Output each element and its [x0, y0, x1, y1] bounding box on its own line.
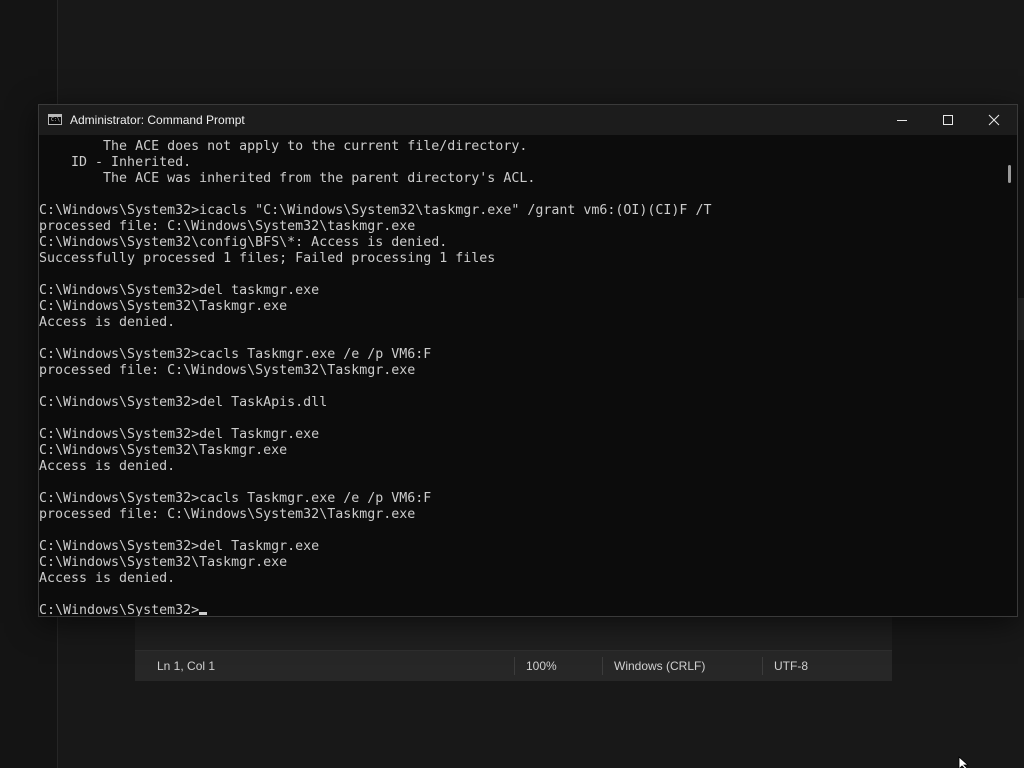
console-line: Access is denied.	[39, 571, 176, 586]
console-line: Successfully processed 1 files; Failed p…	[39, 251, 496, 266]
minimize-icon	[897, 120, 907, 121]
status-divider	[762, 657, 763, 675]
console-line: The ACE was inherited from the parent di…	[39, 171, 536, 186]
status-line-ending[interactable]: Windows (CRLF)	[614, 651, 705, 681]
command-prompt-icon[interactable]: C:\	[48, 114, 62, 125]
desktop: Ln 1, Col 1 100% Windows (CRLF) UTF-8 C:…	[0, 0, 1024, 768]
scrollbar-thumb[interactable]	[1008, 165, 1011, 183]
console-output[interactable]: The ACE does not apply to the current fi…	[39, 139, 1001, 616]
console-line: ID - Inherited.	[39, 155, 192, 170]
mouse-pointer-icon	[958, 756, 970, 768]
console-line: processed file: C:\Windows\System32\Task…	[39, 507, 416, 522]
icon-prompt-glyph: C:\	[51, 117, 61, 123]
text-cursor	[199, 612, 208, 615]
command-prompt-window[interactable]: C:\ Administrator: Command Prompt The AC…	[38, 104, 1018, 617]
maximize-button[interactable]	[925, 105, 971, 135]
console-line: C:\Windows\System32\config\BFS\*: Access…	[39, 235, 448, 250]
console-line: processed file: C:\Windows\System32\Task…	[39, 363, 416, 378]
title-bar[interactable]: C:\ Administrator: Command Prompt	[39, 105, 1017, 135]
status-divider	[602, 657, 603, 675]
console-line: C:\Windows\System32>del taskmgr.exe	[39, 283, 320, 298]
console-line: C:\Windows\System32>del Taskmgr.exe	[39, 427, 320, 442]
console-prompt: C:\Windows\System32>	[39, 603, 200, 616]
maximize-icon	[943, 115, 953, 125]
status-cursor-position: Ln 1, Col 1	[157, 659, 216, 673]
console-line: C:\Windows\System32\Taskmgr.exe	[39, 443, 288, 458]
console-line: C:\Windows\System32>cacls Taskmgr.exe /e…	[39, 491, 432, 506]
window-title: Administrator: Command Prompt	[70, 113, 245, 127]
console-line: C:\Windows\System32\Taskmgr.exe	[39, 299, 288, 314]
console-line: C:\Windows\System32>del Taskmgr.exe	[39, 539, 320, 554]
console-line: processed file: C:\Windows\System32\task…	[39, 219, 416, 234]
console-text[interactable]: The ACE does not apply to the current fi…	[39, 139, 1001, 616]
console-line: The ACE does not apply to the current fi…	[39, 139, 528, 154]
status-zoom[interactable]: 100%	[526, 651, 557, 681]
close-icon	[988, 114, 1000, 126]
console-line: Access is denied.	[39, 459, 176, 474]
console-line: C:\Windows\System32>icacls "C:\Windows\S…	[39, 203, 712, 218]
console-line: C:\Windows\System32\Taskmgr.exe	[39, 555, 288, 570]
status-encoding[interactable]: UTF-8	[774, 651, 808, 681]
console-prompt-line[interactable]: C:\Windows\System32>	[39, 603, 1001, 616]
vertical-scrollbar[interactable]	[1001, 135, 1017, 616]
background-editor-status-bar: Ln 1, Col 1 100% Windows (CRLF) UTF-8	[135, 650, 892, 681]
status-divider	[514, 657, 515, 675]
console-line: Access is denied.	[39, 315, 176, 330]
close-button[interactable]	[971, 105, 1017, 135]
console-line: C:\Windows\System32>del TaskApis.dll	[39, 395, 328, 410]
minimize-button[interactable]	[879, 105, 925, 135]
console-line: C:\Windows\System32>cacls Taskmgr.exe /e…	[39, 347, 432, 362]
